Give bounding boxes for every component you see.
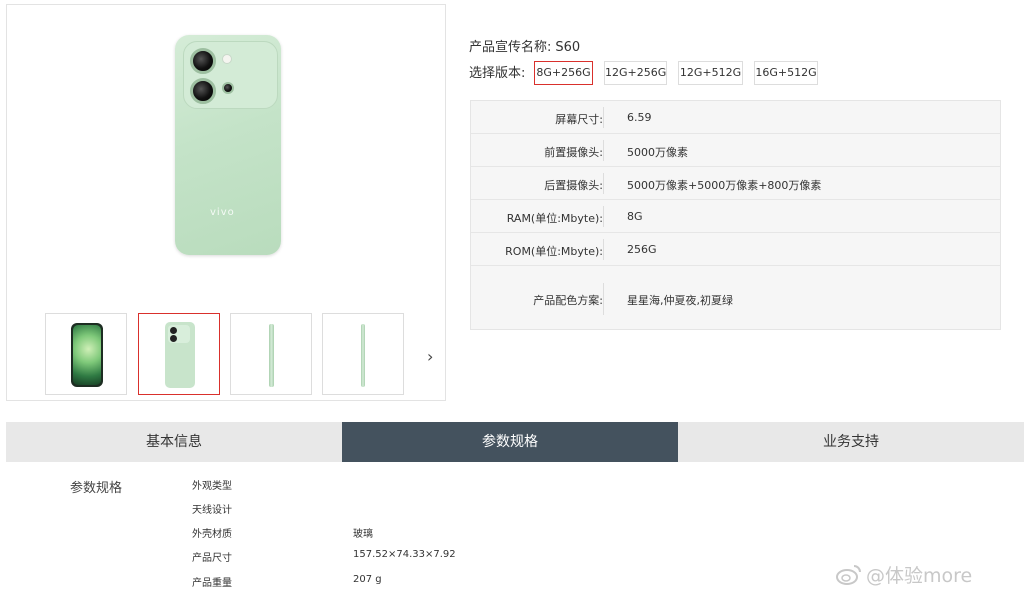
- version-option-12g-512g[interactable]: 12G+512G: [678, 61, 743, 85]
- version-option-8g-256g[interactable]: 8G+256G: [534, 61, 593, 85]
- detail-label: 产品尺寸: [192, 553, 232, 564]
- spec-key: 产品配色方案:: [533, 294, 603, 307]
- version-option-12g-256g[interactable]: 12G+256G: [604, 61, 667, 85]
- camera-lens: [190, 48, 216, 74]
- spec-value: 256G: [627, 243, 657, 256]
- detail-value: 207 g: [353, 574, 382, 585]
- spec-row: RAM(单位:Mbyte): 8G: [471, 200, 1000, 233]
- detail-section-title: 参数规格: [70, 481, 123, 496]
- detail-value: 157.52×74.33×7.92: [353, 549, 456, 560]
- detail-label: 外壳材质: [192, 529, 232, 540]
- detail-label: 产品重量: [192, 578, 232, 589]
- spec-value: 6.59: [627, 111, 652, 124]
- thumbnail-side-thin[interactable]: [322, 313, 404, 395]
- phone-side-image: [361, 324, 365, 387]
- section-tabs: 基本信息 参数规格 业务支持: [6, 422, 1024, 462]
- flash-icon: [222, 54, 232, 64]
- brand-logo: vivo: [210, 207, 235, 218]
- thumbnail-back[interactable]: [138, 313, 220, 395]
- phone-front-image: [71, 323, 103, 387]
- phone-back-image: [165, 322, 195, 388]
- watermark-text: @体验more: [866, 565, 973, 587]
- spec-row: 产品配色方案: 星星海,仲夏夜,初夏绿: [471, 266, 1000, 330]
- phone-back-render: vivo: [175, 35, 281, 255]
- weibo-icon: [836, 565, 861, 585]
- product-name: 产品宣传名称: S60: [469, 36, 580, 55]
- thumbnail-front[interactable]: [45, 313, 127, 395]
- version-option-16g-512g[interactable]: 16G+512G: [754, 61, 818, 85]
- watermark: @体验more: [836, 561, 972, 588]
- product-gallery: vivo ›: [6, 4, 446, 401]
- spec-table: 屏幕尺寸: 6.59 前置摄像头: 5000万像素 后置摄像头: 5000万像素…: [470, 100, 1001, 330]
- version-label: 选择版本:: [469, 66, 526, 81]
- spec-key: 后置摄像头:: [544, 179, 603, 192]
- camera-island: [183, 41, 278, 109]
- tab-basic-info[interactable]: 基本信息: [6, 422, 342, 462]
- detail-label: 天线设计: [192, 505, 232, 516]
- spec-value: 星星海,仲夏夜,初夏绿: [627, 294, 733, 307]
- spec-value: 8G: [627, 210, 643, 223]
- detail-value: 玻璃: [353, 529, 373, 540]
- tab-specifications[interactable]: 参数规格: [342, 422, 678, 462]
- spec-row: 后置摄像头: 5000万像素+5000万像素+800万像素: [471, 167, 1000, 200]
- spec-row: ROM(单位:Mbyte): 256G: [471, 233, 1000, 266]
- spec-key: ROM(单位:Mbyte):: [505, 245, 603, 258]
- spec-key: 屏幕尺寸:: [555, 113, 603, 126]
- detail-label: 外观类型: [192, 481, 232, 492]
- phone-side-image: [269, 324, 274, 387]
- spec-value: 5000万像素+5000万像素+800万像素: [627, 179, 822, 192]
- spec-value: 5000万像素: [627, 146, 688, 159]
- main-product-image: vivo: [175, 35, 281, 255]
- product-name-label: 产品宣传名称:: [469, 40, 552, 55]
- tab-business-support[interactable]: 业务支持: [678, 422, 1024, 462]
- spec-row: 前置摄像头: 5000万像素: [471, 134, 1000, 167]
- spec-key: RAM(单位:Mbyte):: [506, 212, 603, 225]
- camera-lens: [222, 82, 234, 94]
- thumbnail-side[interactable]: [230, 313, 312, 395]
- spec-key: 前置摄像头:: [544, 146, 603, 159]
- camera-lens: [190, 78, 216, 104]
- product-name-value: S60: [555, 40, 581, 55]
- spec-row: 屏幕尺寸: 6.59: [471, 101, 1000, 134]
- chevron-right-icon[interactable]: ›: [427, 347, 433, 366]
